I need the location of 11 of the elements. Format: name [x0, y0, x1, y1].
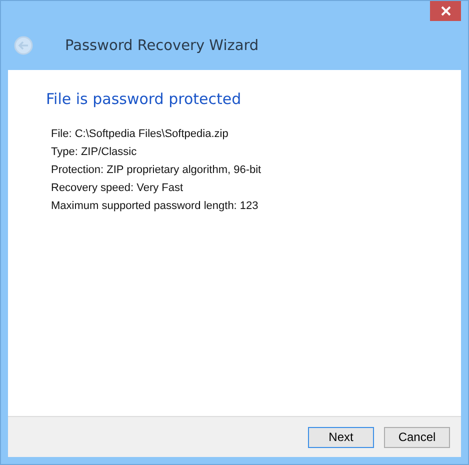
close-button[interactable] — [430, 1, 461, 21]
dialog-button[interactable]: Cancel — [384, 426, 450, 448]
dialog-button[interactable]: Next — [308, 426, 374, 448]
detail-text: Recovery speed: Very Fast — [51, 181, 184, 196]
detail-text: Maximum supported password length: 123 — [51, 199, 260, 214]
detail-text: Protection: ZIP proprietary algorithm, 96-bit — [51, 163, 262, 178]
detail-text: Type: ZIP/Classic — [51, 145, 138, 160]
window-title: Password Recovery Wizard — [65, 38, 259, 54]
close-icon — [440, 6, 450, 16]
detail-text: File: C:\Softpedia Files\Softpedia.zip — [51, 127, 230, 142]
page-heading: File is password protected — [46, 90, 242, 108]
